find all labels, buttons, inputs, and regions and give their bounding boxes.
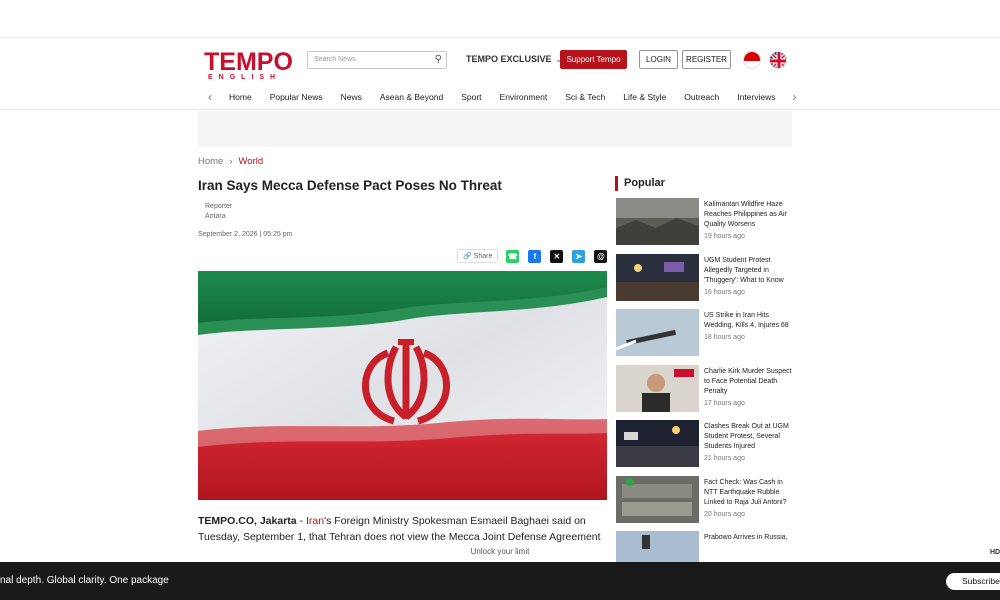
- article-date: September 2, 2026 | 05:25 pm: [198, 231, 293, 238]
- nav-item-environment[interactable]: Environment: [500, 92, 548, 102]
- article-dateline: TEMPO.CO, Jakarta: [198, 515, 297, 527]
- popular-item[interactable]: Fact Check: Was Cash in NTT Earthquake R…: [616, 475, 796, 532]
- popular-item-title[interactable]: Clashes Break Out at UGM Student Protest…: [704, 422, 796, 452]
- popular-item-title[interactable]: Fact Check: Was Cash in NTT Earthquake R…: [704, 478, 796, 508]
- login-button[interactable]: LOGIN: [639, 50, 678, 69]
- nav-item-interviews[interactable]: Interviews: [737, 92, 775, 102]
- popular-item[interactable]: Charlie Kirk Murder Suspect to Face Pote…: [616, 364, 796, 421]
- promo-text: nal depth. Global clarity. One package: [0, 575, 169, 586]
- x-icon[interactable]: ✕: [550, 249, 564, 263]
- nav-item-news[interactable]: News: [341, 92, 362, 102]
- reporter-block: Reporter Antara: [205, 202, 232, 222]
- uk-flag-icon[interactable]: [769, 51, 787, 69]
- indonesian-flag-icon[interactable]: [743, 51, 761, 69]
- subscribe-banner: nal depth. Global clarity. One package S…: [0, 562, 1000, 600]
- thumb-missile-launch: [616, 309, 699, 356]
- top-spacer: [0, 0, 1000, 38]
- link-icon: 🔗: [463, 253, 472, 260]
- site-header: TEMPO ENGLISH Search News ⚲ TEMPO EXCLUS…: [0, 38, 1000, 110]
- thumb-charlie-kirk: [616, 364, 699, 412]
- breadcrumb-home[interactable]: Home: [198, 156, 223, 167]
- popular-item[interactable]: UGM Student Protest Allegedly Targeted i…: [616, 253, 796, 310]
- article-title: Iran Says Mecca Defense Pact Poses No Th…: [198, 178, 502, 193]
- popular-item-time: 18 hours ago: [704, 334, 745, 341]
- search-placeholder: Search News: [314, 56, 356, 63]
- popular-item[interactable]: Clashes Break Out at UGM Student Protest…: [616, 420, 796, 476]
- article-body: TEMPO.CO, Jakarta - Iran's Foreign Minis…: [198, 513, 607, 545]
- hero-image-iran-flag: [198, 271, 607, 500]
- nav-item-outreach[interactable]: Outreach: [684, 92, 719, 102]
- tempo-logo[interactable]: TEMPO ENGLISH: [204, 50, 296, 82]
- telegram-icon[interactable]: ➤: [572, 249, 586, 263]
- popular-item-time: 19 hours ago: [704, 233, 745, 240]
- popular-item[interactable]: Kalimantan Wildfire Haze Reaches Philipp…: [616, 198, 796, 254]
- threads-icon[interactable]: @: [594, 249, 608, 263]
- nav-item-home[interactable]: Home: [229, 92, 252, 102]
- popular-list: Kalimantan Wildfire Haze Reaches Philipp…: [616, 198, 796, 587]
- logo-main-text: TEMPO: [204, 48, 293, 76]
- whatsapp-icon[interactable]: ☎: [506, 249, 520, 263]
- iran-link[interactable]: Iran: [306, 515, 324, 527]
- chevron-right-icon: ›: [229, 156, 233, 167]
- popular-item-title[interactable]: Kalimantan Wildfire Haze Reaches Philipp…: [704, 200, 796, 230]
- share-bar: 🔗 Share ☎ f ✕ ➤ @: [457, 249, 616, 263]
- facebook-icon[interactable]: f: [528, 249, 542, 263]
- unlock-limit-text[interactable]: Unlock your limit: [0, 547, 1000, 556]
- hd-label: HD: [990, 549, 1000, 556]
- nav-item-sport[interactable]: Sport: [461, 92, 481, 102]
- ad-banner: [198, 111, 792, 147]
- subscribe-button[interactable]: Subscribe: [946, 573, 1000, 590]
- nav-item-asean-beyond[interactable]: Asean & Beyond: [380, 92, 443, 102]
- popular-item-time: 16 hours ago: [704, 288, 745, 296]
- popular-item[interactable]: US Strike in Iran Hits Wedding, Kills 4,…: [616, 309, 796, 365]
- nav-item-popular-news[interactable]: Popular News: [270, 92, 323, 102]
- thumb-ugm-protest: [616, 253, 699, 301]
- nav-next-arrow-icon[interactable]: ›: [785, 90, 805, 104]
- share-button[interactable]: 🔗 Share: [457, 249, 499, 263]
- reporter-name[interactable]: Antara: [205, 212, 232, 222]
- search-icon[interactable]: ⚲: [435, 54, 442, 65]
- popular-item-title[interactable]: Prabowo Arrives in Russia,: [704, 533, 796, 543]
- share-label: Share: [473, 253, 493, 260]
- thumb-fact-check-cash: [616, 475, 699, 523]
- breadcrumb: Home › World: [198, 156, 263, 167]
- popular-heading: Popular: [615, 176, 665, 191]
- nav-item-life-style[interactable]: Life & Style: [623, 92, 666, 102]
- register-button[interactable]: REGISTER: [682, 50, 731, 69]
- nav-prev-arrow-icon[interactable]: ‹: [200, 90, 220, 104]
- main-nav: ‹ Home Popular News News Asean & Beyond …: [200, 89, 805, 105]
- popular-item-time: 21 hours ago: [704, 455, 745, 462]
- popular-item-time: 20 hours ago: [704, 510, 745, 518]
- thumb-wildfire-haze: [616, 198, 699, 245]
- support-tempo-button[interactable]: Support Tempo: [560, 50, 627, 69]
- tempo-exclusive-menu[interactable]: TEMPO EXCLUSIVE ⌄: [466, 54, 562, 64]
- dateline-dash: -: [296, 515, 306, 527]
- popular-item-time: 17 hours ago: [704, 399, 745, 407]
- breadcrumb-current[interactable]: World: [239, 156, 264, 167]
- thumb-ugm-clashes: [616, 420, 699, 467]
- nav-item-sci-tech[interactable]: Sci & Tech: [565, 92, 605, 102]
- popular-item-title[interactable]: Charlie Kirk Murder Suspect to Face Pote…: [704, 367, 796, 397]
- reporter-label: Reporter: [205, 203, 233, 210]
- popular-item-title[interactable]: UGM Student Protest Allegedly Targeted i…: [704, 256, 796, 286]
- popular-item-title[interactable]: US Strike in Iran Hits Wedding, Kills 4,…: [704, 311, 796, 331]
- search-input[interactable]: Search News ⚲: [307, 51, 447, 69]
- tempo-exclusive-label: TEMPO EXCLUSIVE: [466, 54, 552, 64]
